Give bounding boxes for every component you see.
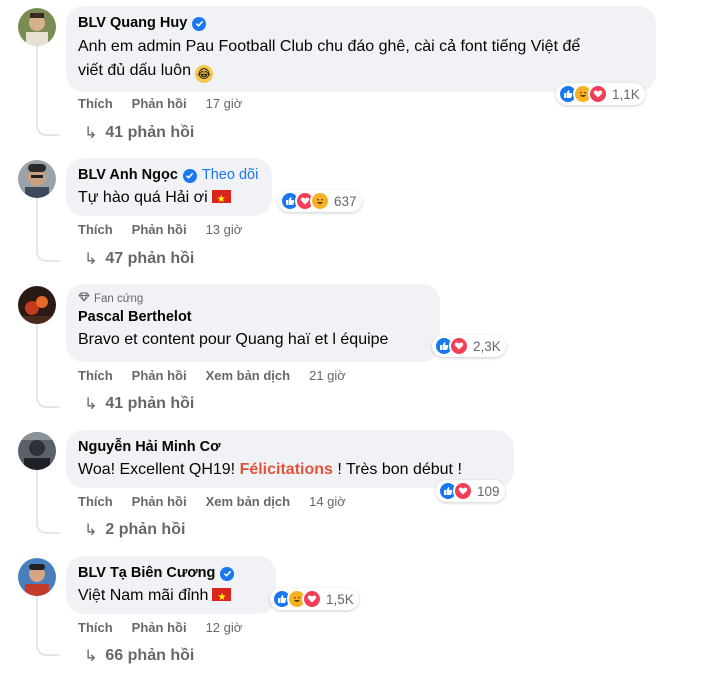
fan-badge-label: Fan cứng (94, 293, 144, 305)
thread-connector (36, 388, 60, 408)
verified-badge-icon (192, 16, 207, 31)
timestamp[interactable]: 13 giờ (206, 222, 243, 237)
timestamp[interactable]: 12 giờ (206, 620, 243, 635)
comment-actions: Thích Phản hồi Xem bản dịch 21 giờ (78, 368, 365, 383)
reaction-count: 637 (334, 193, 357, 209)
replies-count: 41 phản hồi (105, 395, 195, 412)
thread-line (36, 198, 38, 242)
avatar[interactable] (18, 160, 56, 198)
avatar[interactable] (18, 286, 56, 324)
comment-bubble: BLV Tạ Biên Cương Việt Nam mãi đỉnh (66, 556, 276, 614)
comment-actions: Thích Phản hồi 13 giờ (78, 222, 261, 237)
avatar[interactable] (18, 432, 56, 470)
view-replies-link[interactable]: ↳ 66 phản hồi (84, 646, 194, 666)
reactions-summary[interactable]: 1,1K (556, 83, 645, 105)
reply-arrow-icon: ↳ (84, 251, 98, 268)
verified-badge-icon (182, 168, 197, 183)
reply-arrow-icon: ↳ (84, 522, 98, 539)
love-reaction-icon (302, 589, 322, 609)
vietnam-flag-icon (212, 586, 232, 610)
comment-text: Tự hào quá Hải ơi (78, 189, 208, 206)
like-button[interactable]: Thích (78, 368, 113, 383)
like-button[interactable]: Thích (78, 494, 113, 509)
reactions-summary[interactable]: 2,3K (432, 335, 506, 357)
reply-button[interactable]: Phản hồi (132, 96, 187, 111)
comment-bubble: BLV Anh Ngọc Theo dõi Tự hào quá Hải ơi (66, 158, 272, 216)
replies-count: 66 phản hồi (105, 647, 195, 664)
view-replies-link[interactable]: ↳ 41 phản hồi (84, 123, 194, 143)
reactions-summary[interactable]: 637 (278, 190, 362, 212)
comment-text: Bravo et content pour Quang haï et l équ… (78, 331, 389, 348)
reply-arrow-icon: ↳ (84, 396, 98, 413)
reaction-count: 1,1K (612, 86, 640, 102)
thread-line (36, 324, 38, 388)
view-replies-link[interactable]: ↳ 47 phản hồi (84, 249, 194, 269)
reply-arrow-icon: ↳ (84, 125, 98, 142)
timestamp[interactable]: 17 giờ (206, 96, 243, 111)
reactions-summary[interactable]: 109 (436, 480, 505, 502)
avatar[interactable] (18, 558, 56, 596)
reply-button[interactable]: Phản hồi (132, 494, 187, 509)
comment-text: Anh em admin Pau Football Club chu đáo g… (78, 38, 581, 55)
timestamp[interactable]: 21 giờ (309, 368, 346, 383)
reaction-count: 2,3K (473, 338, 501, 354)
like-button[interactable]: Thích (78, 96, 113, 111)
see-translation-button[interactable]: Xem bản dịch (206, 368, 291, 383)
follow-button[interactable]: Theo dõi (202, 166, 258, 185)
reaction-count: 1,5K (326, 591, 354, 607)
reaction-count: 109 (477, 483, 500, 499)
author-name[interactable]: BLV Tạ Biên Cương (78, 564, 215, 583)
comment-text: Woa! Excellent QH19! (78, 461, 240, 478)
author-name[interactable]: Pascal Berthelot (78, 308, 192, 327)
replies-count: 41 phản hồi (105, 124, 195, 141)
see-translation-button[interactable]: Xem bản dịch (206, 494, 291, 509)
verified-badge-icon (220, 566, 235, 581)
like-button[interactable]: Thích (78, 620, 113, 635)
reply-button[interactable]: Phản hồi (132, 368, 187, 383)
highlighted-text: Félicitations (239, 461, 333, 478)
comment-actions: Thích Phản hồi Xem bản dịch 14 giờ (78, 494, 365, 509)
view-replies-link[interactable]: ↳ 2 phản hồi (84, 520, 185, 540)
diamond-icon (78, 292, 90, 307)
thread-line (36, 596, 38, 636)
author-name[interactable]: Nguyễn Hải Minh Cơ (78, 438, 220, 457)
replies-count: 2 phản hồi (105, 521, 186, 538)
haha-reaction-icon (310, 191, 330, 211)
comment-actions: Thích Phản hồi 17 giờ (78, 96, 261, 111)
comment-text: Việt Nam mãi đỉnh (78, 587, 209, 604)
thread-connector (36, 242, 60, 262)
avatar[interactable] (18, 8, 56, 46)
thread-line (36, 46, 38, 116)
reply-button[interactable]: Phản hồi (132, 620, 187, 635)
comment-actions: Thích Phản hồi 12 giờ (78, 620, 261, 635)
timestamp[interactable]: 14 giờ (309, 494, 346, 509)
comment-text: ! Très bon début ! (332, 461, 462, 478)
vietnam-flag-icon (211, 188, 231, 212)
comment-bubble: BLV Quang Huy Anh em admin Pau Football … (66, 6, 656, 92)
like-button[interactable]: Thích (78, 222, 113, 237)
love-reaction-icon (453, 481, 473, 501)
thread-connector (36, 514, 60, 534)
reply-arrow-icon: ↳ (84, 648, 98, 665)
comment-bubble: Fan cứng Pascal Berthelot Bravo et conte… (66, 284, 440, 362)
thread-connector (36, 636, 60, 656)
thread-line (36, 470, 38, 514)
reactions-summary[interactable]: 1,5K (270, 588, 359, 610)
replies-count: 47 phản hồi (105, 250, 195, 267)
comment-text: viết đủ dấu luôn (78, 62, 191, 79)
thread-connector (36, 116, 60, 136)
love-reaction-icon (449, 336, 469, 356)
author-name[interactable]: BLV Anh Ngọc (78, 166, 178, 185)
laughing-emoji-icon: 😂 (194, 65, 213, 83)
love-reaction-icon (588, 84, 608, 104)
reply-button[interactable]: Phản hồi (132, 222, 187, 237)
view-replies-link[interactable]: ↳ 41 phản hồi (84, 394, 194, 414)
author-name[interactable]: BLV Quang Huy (78, 14, 187, 33)
